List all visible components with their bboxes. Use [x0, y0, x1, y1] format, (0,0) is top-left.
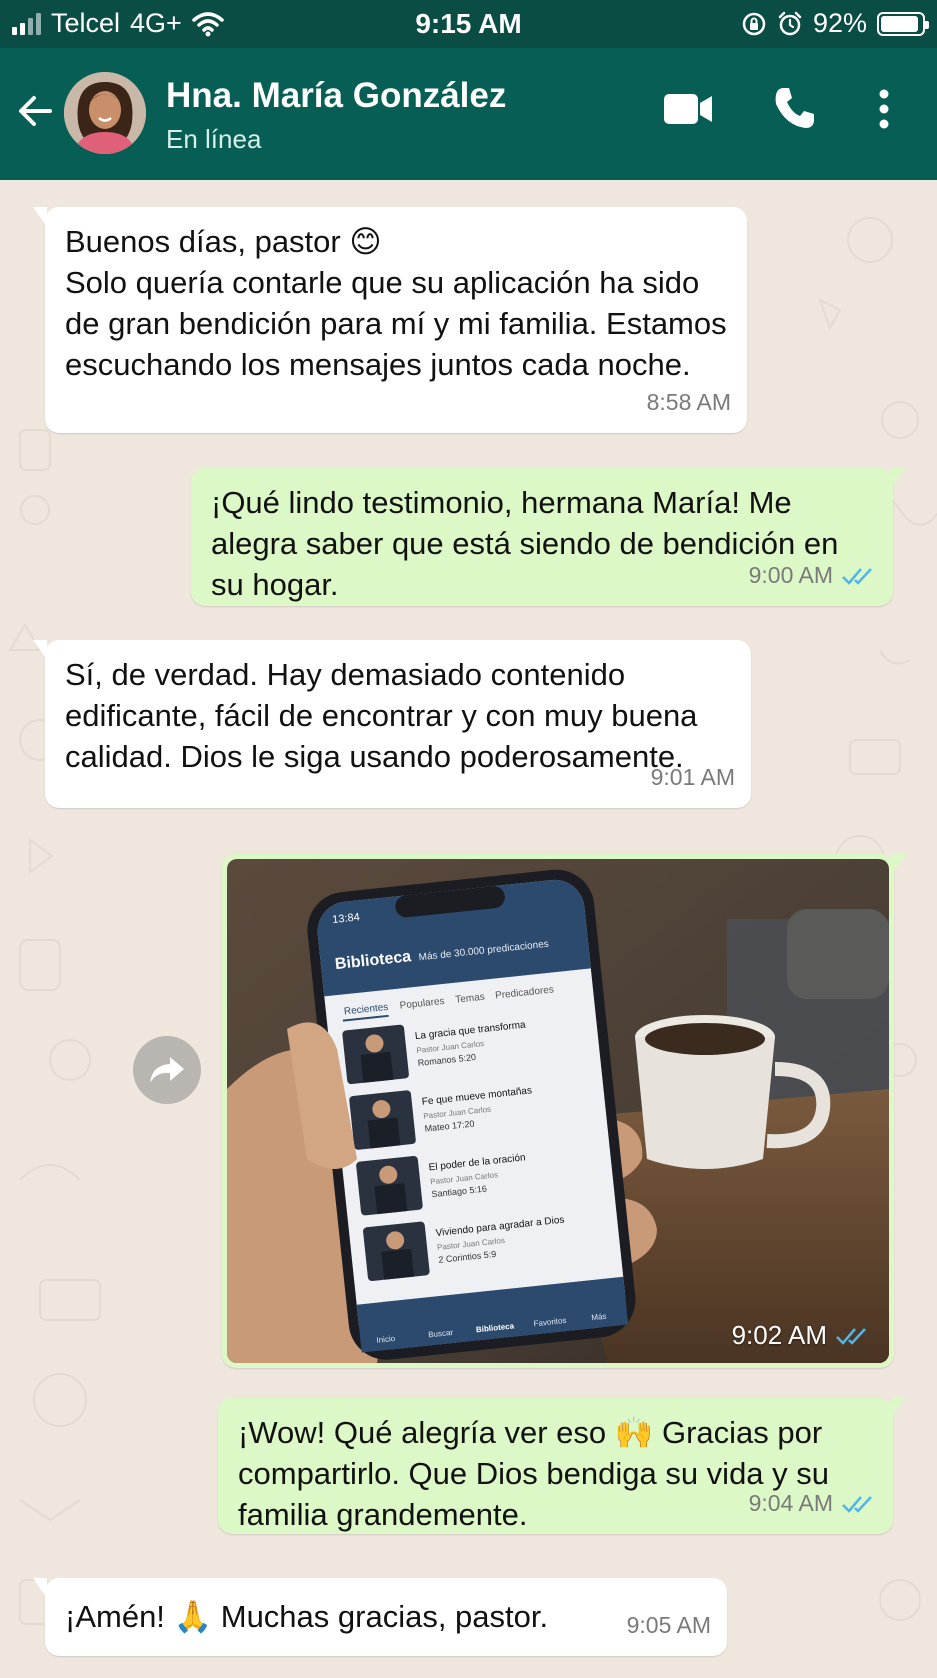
status-bar: Telcel 4G+ 9:15 AM 92% [0, 0, 937, 48]
contact-name[interactable]: Hna. María González [166, 76, 506, 116]
chat-area[interactable]: Buenos días, pastor 😊 Solo quería contar… [0, 180, 937, 1678]
contact-status: En línea [166, 124, 262, 154]
photo-scene: 13:84 Biblioteca Más de 30.000 predicaci… [227, 859, 889, 1363]
time-label: 9:00 AM [748, 562, 833, 588]
double-check-icon [842, 1495, 872, 1513]
message-time: 9:02 AM [732, 1320, 871, 1351]
shared-photo[interactable]: 13:84 Biblioteca Más de 30.000 predicaci… [227, 859, 889, 1363]
message-time: 8:58 AM [647, 382, 731, 423]
time-label: 9:01 AM [650, 764, 735, 790]
top-bar: Telcel 4G+ 9:15 AM 92% Hna. María Gonzál… [0, 0, 937, 180]
alarm-icon [778, 11, 802, 35]
phone-icon[interactable] [772, 86, 816, 130]
message-incoming[interactable]: Sí, de verdad. Hay demasiado contenido e… [33, 640, 751, 808]
video-call-icon[interactable] [664, 92, 714, 126]
time-label: 9:04 AM [748, 1490, 833, 1516]
chat-header: Hna. María González En línea [0, 48, 937, 180]
message-text: Buenos días, pastor 😊 Solo quería contar… [65, 224, 727, 382]
message-time: 9:01 AM [651, 757, 735, 798]
bubble-tail [891, 1398, 905, 1418]
time-label: 8:58 AM [646, 389, 731, 415]
message-image[interactable]: 13:84 Biblioteca Más de 30.000 predicaci… [222, 854, 906, 1368]
message-time: 9:00 AM [749, 555, 877, 596]
status-right: 92% [741, 8, 929, 39]
forward-icon [150, 1057, 184, 1083]
time-label: 9:02 AM [731, 1320, 827, 1350]
message-incoming[interactable]: Buenos días, pastor 😊 Solo quería contar… [33, 207, 747, 433]
back-arrow-icon[interactable] [14, 90, 56, 132]
message-time: 9:04 AM [749, 1483, 877, 1524]
bubble-tail [33, 1578, 47, 1598]
time-label: 9:05 AM [626, 1612, 711, 1638]
battery-percent: 92% [812, 8, 867, 38]
message-incoming[interactable]: ¡Amén! 🙏 Muchas gracias, pastor. 9:05 AM [33, 1578, 727, 1656]
app-nav-item: Más [591, 1312, 607, 1323]
bubble-tail [891, 468, 905, 488]
avatar[interactable] [64, 72, 146, 154]
double-check-icon [836, 1327, 866, 1345]
more-vert-icon[interactable] [878, 88, 890, 130]
message-text: ¡Amén! 🙏 Muchas gracias, pastor. [65, 1599, 549, 1634]
double-check-icon [842, 567, 872, 585]
message-outgoing[interactable]: ¡Wow! Qué alegría ver eso 🙌 Gracias por … [218, 1398, 905, 1534]
battery-icon [877, 11, 929, 36]
bubble-tail [33, 640, 47, 660]
message-outgoing[interactable]: ¡Qué lindo testimonio, hermana María! Me… [191, 468, 905, 606]
message-text: Sí, de verdad. Hay demasiado contenido e… [65, 657, 707, 774]
rotation-lock-icon [742, 12, 766, 35]
bubble-tail [892, 854, 906, 874]
message-time: 9:05 AM [627, 1605, 711, 1646]
forward-button[interactable] [133, 1036, 201, 1104]
bubble-tail [33, 207, 47, 227]
